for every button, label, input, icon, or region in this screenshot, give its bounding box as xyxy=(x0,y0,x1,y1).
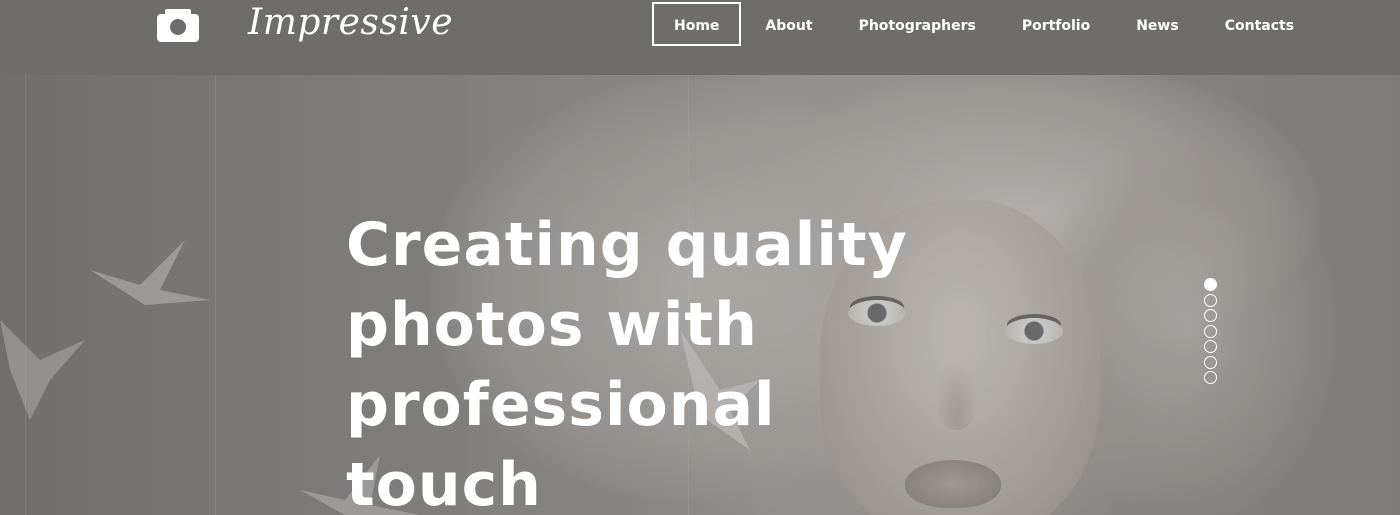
nav-item-photographers[interactable]: Photographers xyxy=(837,2,998,46)
nav-item-about[interactable]: About xyxy=(743,2,834,46)
slider-dot-4[interactable] xyxy=(1204,324,1217,338)
slider-dot-1[interactable] xyxy=(1204,278,1217,291)
hero-title-line-3: professional touch xyxy=(346,370,776,515)
slider-dot-5[interactable] xyxy=(1204,340,1217,353)
nav-item-news[interactable]: News xyxy=(1114,2,1200,46)
slider-dot-6[interactable] xyxy=(1204,355,1217,369)
nav-item-portfolio[interactable]: Portfolio xyxy=(1000,2,1112,46)
slider-dot-2[interactable] xyxy=(1204,293,1217,307)
camera-icon[interactable] xyxy=(157,9,199,42)
page: Impressive Home About Photographers Port… xyxy=(0,0,1400,515)
hero-title: Creating quality photos with professiona… xyxy=(346,205,966,515)
hero-title-line-2: photos with xyxy=(346,290,758,360)
brand-logo-text[interactable]: Impressive xyxy=(248,2,453,43)
slider-dot-3[interactable] xyxy=(1204,309,1217,322)
nav-item-contacts[interactable]: Contacts xyxy=(1203,2,1316,46)
hero-title-line-1: Creating quality xyxy=(346,210,908,280)
slider-dot-7[interactable] xyxy=(1204,371,1217,384)
main-nav: Home About Photographers Portfolio News … xyxy=(652,1,1318,47)
slider-pagination xyxy=(1204,278,1220,387)
nav-item-home[interactable]: Home xyxy=(652,2,742,46)
site-header: Impressive Home About Photographers Port… xyxy=(0,0,1400,75)
